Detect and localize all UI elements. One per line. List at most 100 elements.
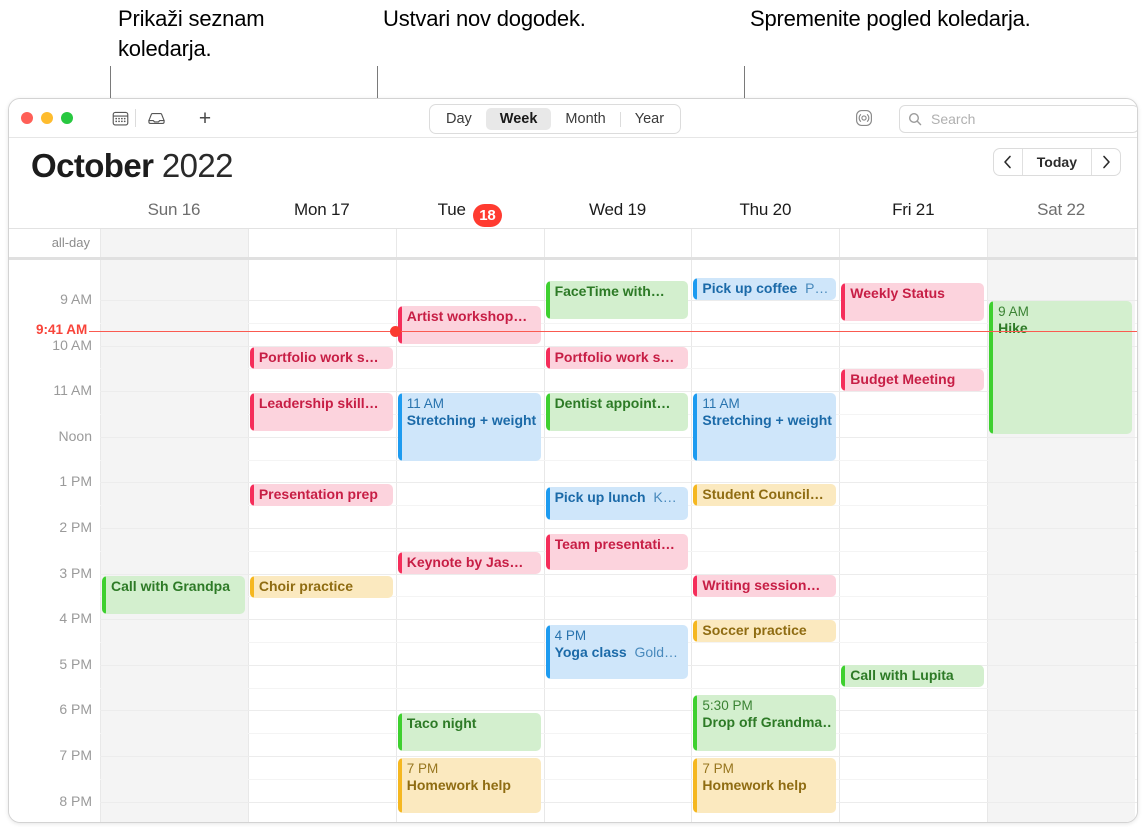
search-box[interactable] xyxy=(899,105,1137,133)
all-day-row: all-day xyxy=(9,228,1137,260)
event-block[interactable]: Soccer practice xyxy=(693,620,837,642)
today-date-badge: 18 xyxy=(473,204,502,227)
event-color-bar xyxy=(693,393,698,461)
event-block[interactable]: Pick up coffee P… xyxy=(693,278,837,300)
window-zoom-button[interactable] xyxy=(61,112,73,124)
calendar-icon[interactable] xyxy=(109,107,131,129)
day-header-6[interactable]: Sat 22 xyxy=(987,200,1135,220)
view-tab-year[interactable]: Year xyxy=(621,108,678,130)
event-block[interactable]: Artist workshop… xyxy=(397,306,541,344)
all-day-cell-4[interactable] xyxy=(691,229,839,257)
inbox-icon[interactable] xyxy=(145,107,167,129)
day-header-0[interactable]: Sun 16 xyxy=(100,200,248,220)
day-header-3[interactable]: Wed 19 xyxy=(544,200,692,220)
event-block[interactable]: 11 AM Stretching + weights xyxy=(693,393,837,461)
event-block[interactable]: Team presentati… xyxy=(545,534,689,570)
event-block[interactable]: 4 PM Yoga class Gold… xyxy=(545,625,689,679)
event-block[interactable]: Student Council… xyxy=(693,484,837,506)
event-location: K… xyxy=(645,489,677,505)
time-label-7: 4 PM xyxy=(59,610,92,627)
event-block[interactable]: Portfolio work s… xyxy=(545,347,689,369)
day-header-2[interactable]: Tue 18 xyxy=(396,200,544,227)
day-column-0[interactable] xyxy=(100,260,248,822)
event-block[interactable]: Leadership skill… xyxy=(249,393,393,431)
event-block[interactable]: Presentation prep xyxy=(249,484,393,506)
event-block[interactable]: 7 PM Homework help xyxy=(397,758,541,813)
all-day-label: all-day xyxy=(51,235,90,250)
shareplay-icon[interactable] xyxy=(854,108,874,128)
event-title: Student Council… xyxy=(702,486,824,502)
event-time: 7 PM xyxy=(406,761,439,776)
event-block[interactable]: Taco night xyxy=(397,713,541,751)
event-color-bar xyxy=(841,369,846,391)
day-header-row: Sun 16 Mon 17 Tue 18 Wed 19 Thu 20 Fri 21 Sat … xyxy=(9,192,1137,228)
next-week-button[interactable] xyxy=(1092,149,1120,175)
event-block[interactable]: Choir practice xyxy=(249,576,393,598)
event-color-bar xyxy=(693,278,698,300)
hour-line-5 xyxy=(100,528,1137,529)
event-block[interactable]: Budget Meeting xyxy=(841,369,985,391)
event-block[interactable]: Pick up lunch K… xyxy=(545,487,689,520)
event-block[interactable]: Writing session… xyxy=(693,575,837,597)
event-title: Artist workshop… xyxy=(406,308,528,324)
time-label-0: 9 AM xyxy=(60,291,92,307)
view-switcher[interactable]: Day Week Month Year xyxy=(429,104,682,134)
hour-line-3 xyxy=(100,436,1137,438)
event-block[interactable]: FaceTime with… xyxy=(545,281,689,319)
event-block[interactable]: Call with Grandpa xyxy=(102,576,245,614)
event-title: Drop off Grandma… xyxy=(702,714,833,730)
event-title: Choir practice xyxy=(258,578,353,594)
view-tab-day[interactable]: Day xyxy=(432,108,486,130)
view-tab-month[interactable]: Month xyxy=(551,108,619,130)
event-color-bar xyxy=(545,281,550,319)
callout-create-new-event: Ustvari nov dogodek. xyxy=(383,6,586,31)
event-color-bar xyxy=(249,393,254,431)
event-title: Pick up coffee P… xyxy=(702,280,829,296)
toolbar-divider xyxy=(135,109,136,127)
event-block[interactable]: Portfolio work s… xyxy=(249,347,393,369)
event-time: 4 PM xyxy=(554,628,587,643)
event-block[interactable]: 5:30 PM Drop off Grandma… xyxy=(693,695,837,751)
event-title: Taco night xyxy=(406,715,477,731)
event-block[interactable]: Weekly Status xyxy=(841,283,985,321)
time-label-4: 1 PM xyxy=(59,473,92,490)
window-close-button[interactable] xyxy=(21,112,33,124)
page-title-month: October xyxy=(31,147,154,184)
event-block[interactable]: Call with Lupita xyxy=(841,665,985,687)
event-block[interactable]: Dentist appoint… xyxy=(545,393,689,431)
event-block[interactable]: 7 PM Homework help xyxy=(693,758,837,813)
half-hour-line-10 xyxy=(100,778,1137,780)
search-input[interactable] xyxy=(929,110,1113,128)
window-minimize-button[interactable] xyxy=(41,112,53,124)
event-color-bar xyxy=(693,484,698,506)
all-day-cell-5[interactable] xyxy=(839,229,987,257)
new-event-button[interactable]: + xyxy=(194,107,216,129)
day-header-1[interactable]: Mon 17 xyxy=(248,200,396,220)
all-day-cell-1[interactable] xyxy=(247,229,396,257)
page-title-year: 2022 xyxy=(161,147,234,184)
view-tab-week[interactable]: Week xyxy=(485,108,552,130)
all-day-cell-0[interactable] xyxy=(100,229,248,257)
event-block[interactable]: 11 AM Stretching + weights xyxy=(397,393,541,461)
week-grid[interactable]: 9 AM 10 AM 11 AM Noon 1 PM 2 PM 3 PM 4 PM 5 PM 6 … xyxy=(9,260,1137,822)
event-block[interactable]: 9 AM Hike xyxy=(989,301,1132,434)
event-color-bar xyxy=(397,758,402,813)
event-location: P… xyxy=(797,280,829,296)
day-header-5[interactable]: Fri 21 xyxy=(839,200,987,220)
event-block[interactable]: Keynote by Jas… xyxy=(397,552,541,574)
previous-week-button[interactable] xyxy=(994,149,1022,175)
page-title: October 2022 xyxy=(31,146,234,186)
all-day-cell-2[interactable] xyxy=(395,229,544,257)
half-hour-line-8 xyxy=(100,687,1137,689)
event-color-bar xyxy=(545,347,550,369)
day-column-1[interactable] xyxy=(247,260,396,822)
day-header-4[interactable]: Thu 20 xyxy=(691,200,839,220)
today-button[interactable]: Today xyxy=(1023,149,1091,175)
event-color-bar xyxy=(693,758,698,813)
all-day-cell-3[interactable] xyxy=(543,229,692,257)
half-hour-line-3 xyxy=(100,459,1137,461)
day-column-5[interactable] xyxy=(839,260,987,822)
search-icon xyxy=(908,112,922,126)
all-day-cell-6[interactable] xyxy=(987,229,1135,257)
half-hour-line-0 xyxy=(100,322,1137,324)
